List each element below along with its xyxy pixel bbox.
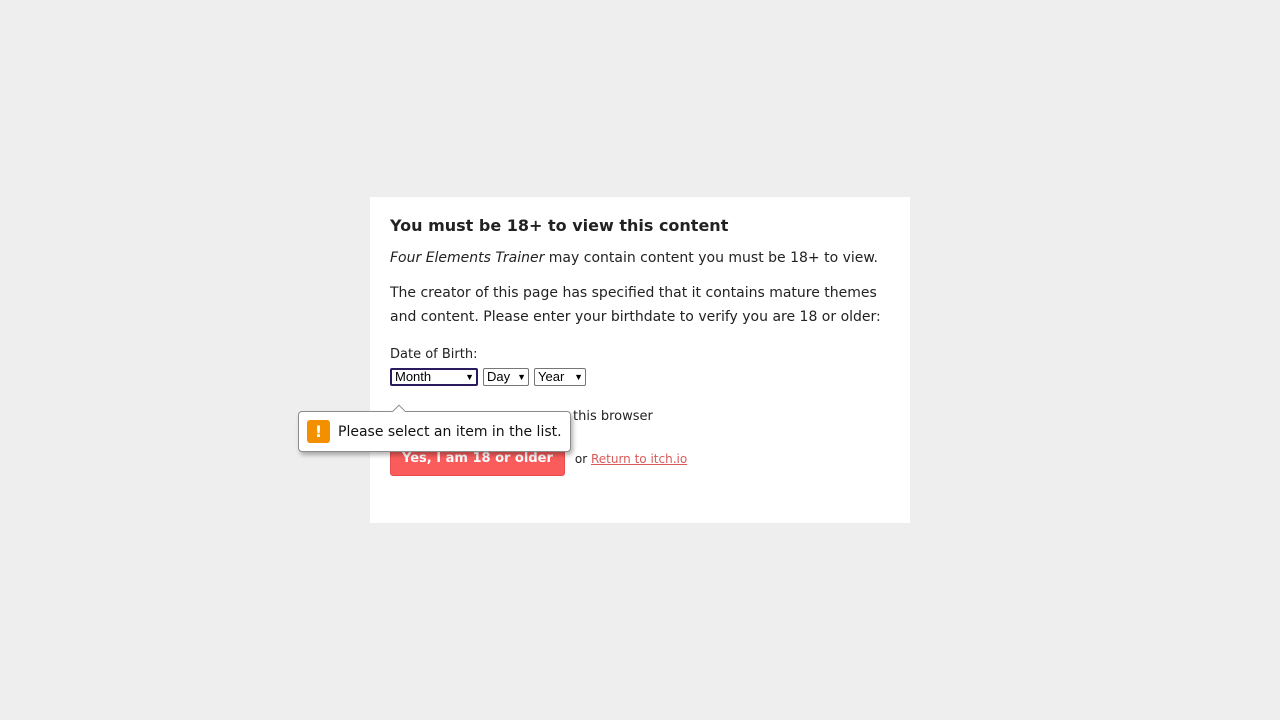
or-label: or: [574, 451, 588, 466]
game-name: Four Elements Trainer: [390, 250, 545, 266]
remember-label: this browser: [573, 409, 653, 424]
return-link[interactable]: Return to itch.io: [591, 452, 687, 466]
warning-icon: !: [307, 420, 330, 443]
intro-rest: may contain content you must be 18+ to v…: [544, 250, 878, 266]
year-select-value: Year: [538, 369, 565, 384]
validation-tooltip: ! Please select an item in the list.: [298, 411, 571, 452]
chevron-down-icon: ▼: [465, 372, 474, 382]
day-select-value: Day: [487, 369, 511, 384]
chevron-down-icon: ▼: [517, 372, 526, 382]
dob-selects: Month ▼ Day ▼ Year ▼: [390, 368, 890, 388]
age-gate-dialog: You must be 18+ to view this content Fou…: [370, 197, 910, 523]
year-select[interactable]: Year ▼: [534, 368, 586, 386]
validation-message: Please select an item in the list.: [338, 423, 562, 440]
description-text: The creator of this page has specified t…: [390, 285, 881, 325]
return-text: or Return to itch.io: [575, 452, 687, 466]
tooltip-arrow: [391, 404, 405, 412]
month-select[interactable]: Month ▼: [390, 368, 478, 386]
month-select-value: Month: [395, 369, 432, 384]
intro-text: Four Elements Trainer may contain conten…: [390, 247, 890, 269]
day-select[interactable]: Day ▼: [483, 368, 529, 386]
dialog-title: You must be 18+ to view this content: [390, 216, 729, 235]
chevron-down-icon: ▼: [574, 372, 583, 382]
dob-label: Date of Birth:: [390, 347, 478, 362]
